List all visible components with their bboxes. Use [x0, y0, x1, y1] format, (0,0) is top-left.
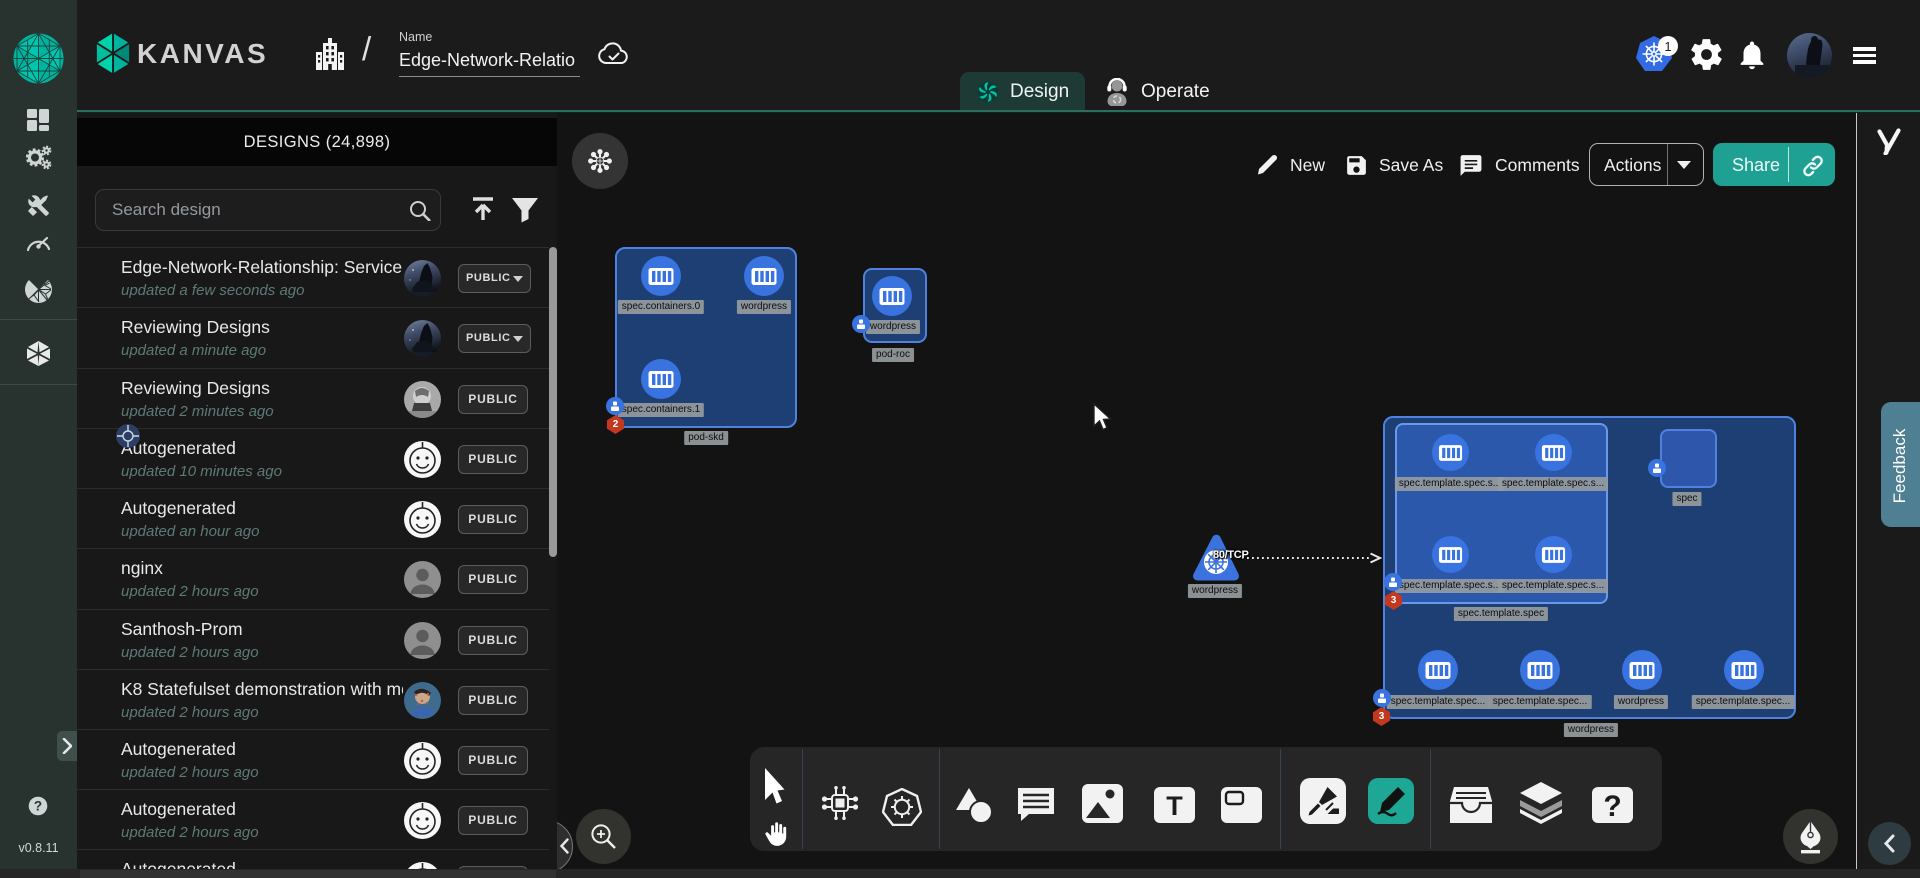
svg-text:?: ?: [34, 799, 42, 814]
svg-text:T: T: [1166, 791, 1183, 821]
svg-text:?: ?: [1603, 790, 1621, 823]
